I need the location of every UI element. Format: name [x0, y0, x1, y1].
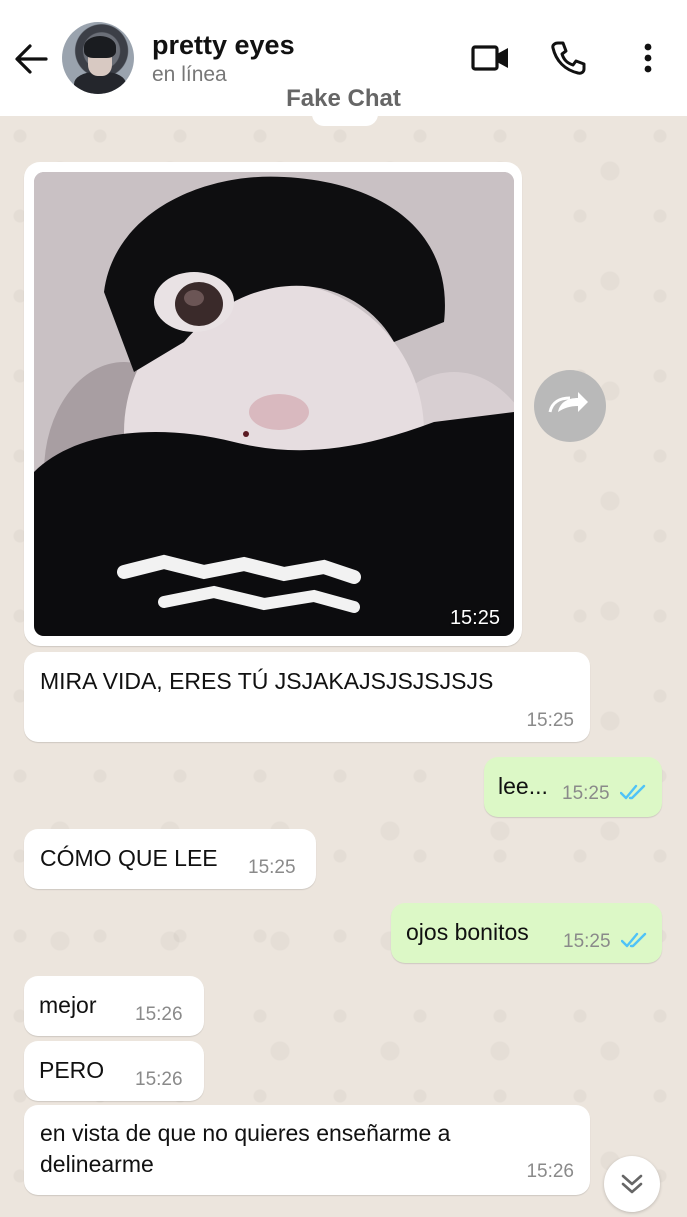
voice-call-icon[interactable] [548, 38, 588, 78]
video-call-icon[interactable] [470, 38, 510, 78]
message-text-line2: delinearme [40, 1151, 154, 1177]
incoming-message[interactable]: PERO 15:26 [24, 1041, 204, 1101]
message-time: 15:25 [248, 857, 296, 878]
incoming-message[interactable]: en vista de que no quieres enseñarme a d… [24, 1105, 590, 1195]
outgoing-message[interactable]: ojos bonitos 15:25 [391, 903, 662, 963]
message-text: CÓMO QUE LEE [40, 845, 218, 871]
contact-name[interactable]: pretty eyes [152, 30, 295, 61]
shared-photo[interactable]: 15:25 [34, 172, 514, 636]
forward-button[interactable] [534, 370, 606, 442]
more-options-icon[interactable] [628, 38, 668, 78]
image-timestamp: 15:25 [449, 607, 500, 629]
read-ticks-icon [621, 932, 647, 948]
scroll-to-bottom-button[interactable] [604, 1156, 660, 1212]
incoming-message[interactable]: CÓMO QUE LEE 15:25 [24, 829, 316, 889]
message-time: 15:26 [135, 1004, 183, 1025]
message-time: 15:25 [563, 931, 611, 952]
read-ticks-icon [620, 784, 646, 800]
message-time: 15:26 [526, 1161, 574, 1182]
message-text: MIRA VIDA, ERES TÚ JSJAKAJSJSJSJSJS [40, 668, 494, 694]
message-text: ojos bonitos [406, 919, 529, 945]
image-message-bubble[interactable]: 15:25 [24, 162, 522, 646]
message-text: lee... [498, 773, 548, 799]
message-time: 15:25 [562, 783, 610, 804]
incoming-message[interactable]: mejor 15:26 [24, 976, 204, 1036]
message-text: mejor [39, 992, 97, 1018]
watermark-label: Fake Chat [286, 85, 401, 112]
incoming-message[interactable]: MIRA VIDA, ERES TÚ JSJAKAJSJSJSJSJS 15:2… [24, 652, 590, 742]
contact-avatar[interactable] [62, 22, 134, 94]
contact-status: en línea [152, 63, 227, 86]
back-arrow-icon[interactable] [12, 42, 50, 76]
double-chevron-down-icon [621, 1174, 643, 1194]
message-text: PERO [39, 1057, 105, 1083]
message-text-line1: en vista de que no quieres enseñarme a [40, 1120, 451, 1146]
outgoing-message[interactable]: lee... 15:25 [484, 757, 662, 817]
message-time: 15:25 [526, 710, 574, 731]
double-forward-icon [548, 392, 588, 413]
message-time: 15:26 [135, 1069, 183, 1090]
